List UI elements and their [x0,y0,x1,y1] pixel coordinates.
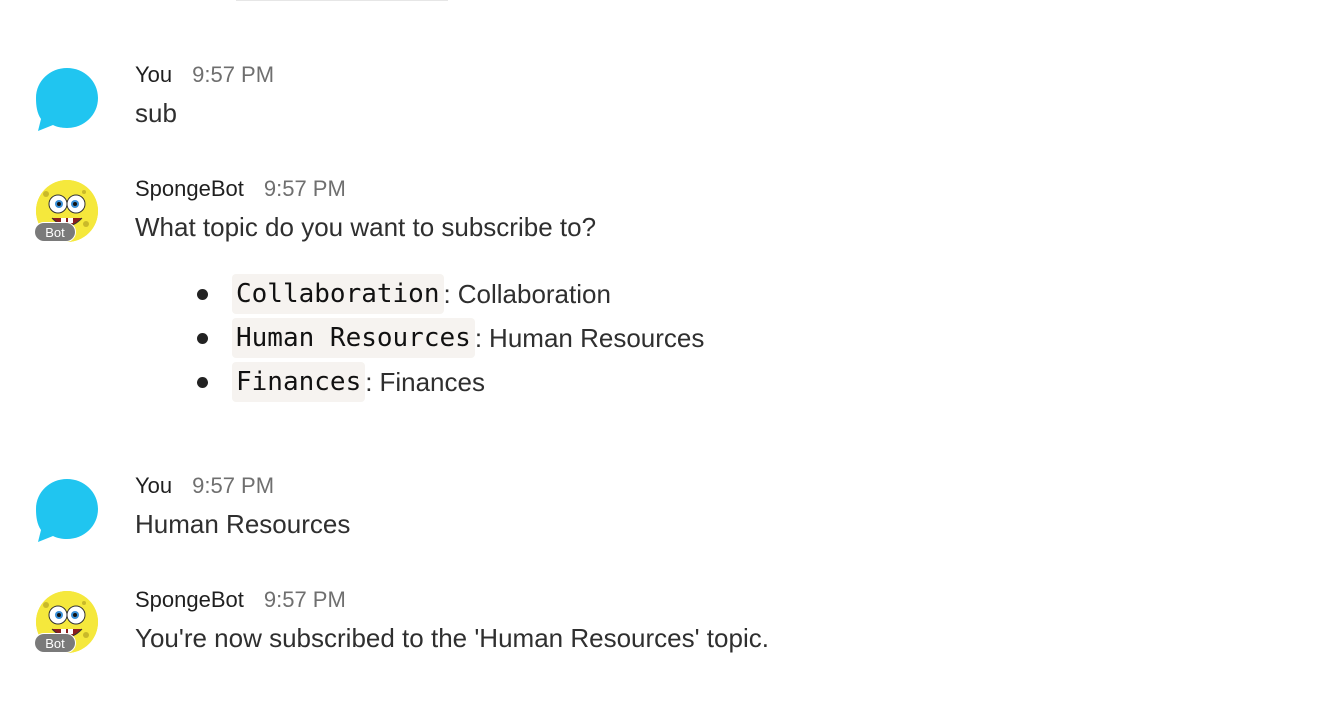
bot-avatar[interactable]: Bot [34,180,100,246]
user-avatar[interactable] [34,66,100,132]
topic-separator: : [365,366,373,397]
topic-description: Collaboration [457,278,611,309]
bullet-icon [197,332,208,344]
list-item: Collaboration : Collaboration [195,272,704,316]
bullet-icon [197,376,208,388]
topic-code: Collaboration [232,274,444,314]
bot-badge: Bot [34,222,76,242]
topic-code: Human Resources [232,318,475,358]
topic-description: Finances [379,366,485,397]
message-time: 9:57 PM [192,62,275,87]
topic-code: Finances [232,362,366,402]
sender-name[interactable]: You [135,62,172,88]
list-item: Human Resources : Human Resources [195,316,704,360]
bullet-icon [197,288,208,300]
chat-bubble-icon [36,479,98,542]
user-avatar[interactable] [34,477,100,543]
message-text: You're now subscribed to the 'Human Reso… [135,623,769,653]
message-time: 9:57 PM [263,587,346,612]
list-item: Finances : Finances [195,360,704,404]
message-header: You 9:57 PM [135,62,274,90]
bot-badge: Bot [34,633,76,653]
message-text: Human Resources [135,509,351,539]
topic-separator: : [474,322,483,353]
message-header: SpongeBot 9:57 PM [135,587,346,615]
sender-name[interactable]: You [135,473,172,499]
topic-separator: : [443,278,451,309]
bot-avatar[interactable]: Bot [34,591,100,657]
chat-bubble-icon [36,68,98,131]
message-text: sub [135,98,177,128]
divider [236,0,448,1]
message-time: 9:57 PM [263,176,346,201]
sender-name[interactable]: SpongeBot [135,176,244,202]
sender-name[interactable]: SpongeBot [135,587,244,613]
message-time: 9:57 PM [192,473,275,498]
message-header: SpongeBot 9:57 PM [135,176,346,204]
message-text: What topic do you want to subscribe to? [135,212,597,242]
topic-description: Human Resources [489,322,705,353]
topic-list: Collaboration : Collaboration Human Reso… [195,272,704,404]
chat-log: You 9:57 PM sub Bot SpongeBot 9:57 PM Wh… [0,0,1342,716]
message-header: You 9:57 PM [135,473,274,501]
